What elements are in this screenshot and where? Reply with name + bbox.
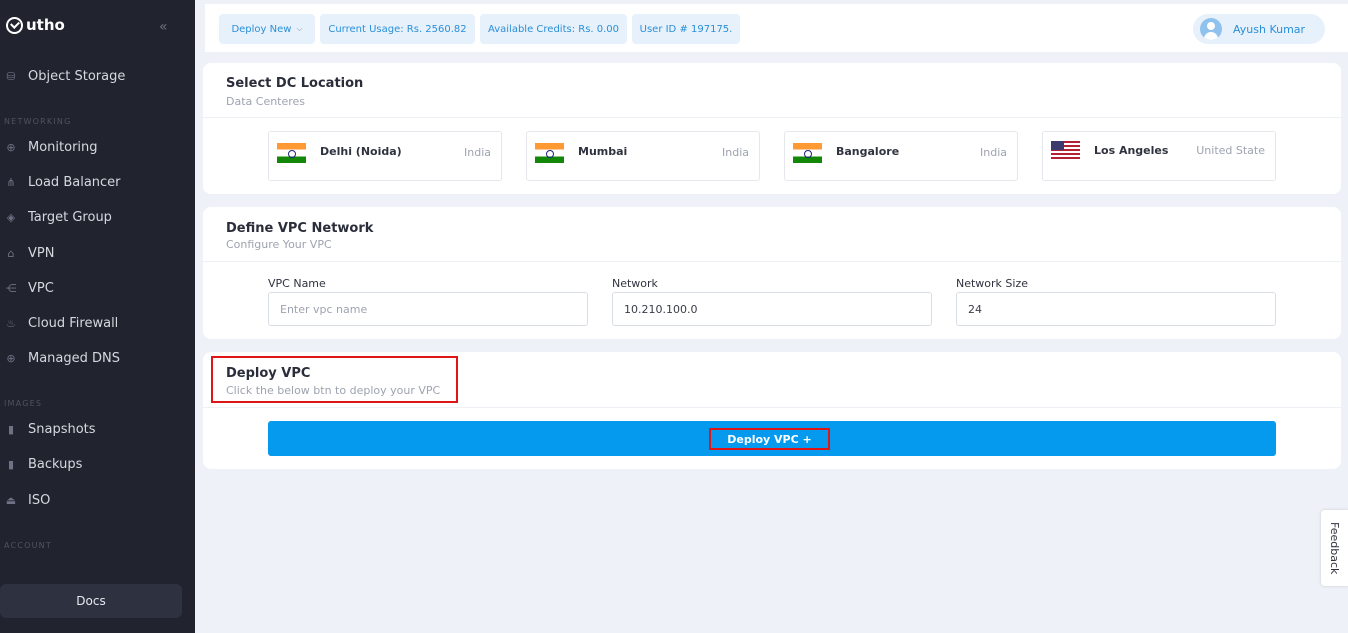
deploy-new-label: Deploy New — [231, 23, 292, 35]
section-label-account: ACCOUNT — [4, 541, 52, 550]
snapshot-icon: ▮ — [7, 422, 15, 436]
utho-logo-icon — [6, 16, 23, 34]
dc-country: India — [980, 146, 1007, 159]
india-flag-icon — [535, 143, 564, 163]
docs-button[interactable]: Docs — [0, 584, 182, 618]
sidebar-item-label: Managed DNS — [28, 350, 121, 366]
us-flag-icon — [1051, 141, 1080, 159]
vpc-name-label: VPC Name — [268, 277, 326, 290]
sidebar-item-managed-dns[interactable]: ⊕ Managed DNS — [4, 348, 120, 368]
vpc-section-subtitle: Configure Your VPC — [226, 238, 332, 251]
sidebar-item-iso[interactable]: ⏏ ISO — [4, 490, 51, 510]
divider — [203, 117, 1341, 118]
vpc-section-title: Define VPC Network — [226, 221, 374, 236]
sidebar: utho « ⛁ Object Storage NETWORKING ⊕ Mon… — [0, 0, 195, 633]
dc-country: India — [464, 146, 491, 159]
sidebar-item-label: ISO — [28, 492, 51, 508]
network-input[interactable]: 10.210.100.0 — [612, 292, 932, 326]
globe-icon: ⊕ — [6, 351, 16, 365]
chevron-down-icon: ⌵ — [296, 24, 303, 33]
avatar — [1200, 18, 1222, 40]
sidebar-item-label: VPN — [28, 245, 55, 261]
feedback-label: Feedback — [1328, 521, 1341, 575]
india-flag-icon — [793, 143, 822, 163]
current-usage-chip[interactable]: Current Usage: Rs. 2560.82 — [320, 14, 475, 44]
top-bar: Deploy New ⌵ Current Usage: Rs. 2560.82 … — [205, 4, 1348, 52]
dc-city: Delhi (Noida) — [320, 145, 402, 158]
india-flag-icon — [277, 143, 306, 163]
user-menu[interactable]: Ayush Kumar — [1193, 14, 1325, 44]
sidebar-item-label: Cloud Firewall — [28, 315, 119, 331]
dc-country: United State — [1196, 144, 1265, 157]
dc-country: India — [722, 146, 749, 159]
sidebar-item-vpc[interactable]: ⋲ VPC — [4, 278, 54, 298]
dc-city: Bangalore — [836, 145, 900, 158]
brand-logo[interactable]: utho — [6, 16, 65, 34]
sidebar-item-load-balancer[interactable]: ⋔ Load Balancer — [4, 172, 121, 192]
vpc-name-input[interactable]: Enter vpc name — [268, 292, 588, 326]
sidebar-item-label: Object Storage — [28, 68, 126, 84]
network-size-input[interactable]: 24 — [956, 292, 1276, 326]
target-icon: ◈ — [6, 210, 16, 224]
sidebar-item-monitoring[interactable]: ⊕ Monitoring — [4, 137, 98, 157]
sidebar-item-label: Load Balancer — [28, 174, 121, 190]
dc-option-bangalore[interactable]: Bangalore India — [784, 131, 1018, 181]
network-size-label: Network Size — [956, 277, 1029, 290]
dc-city: Mumbai — [578, 145, 628, 158]
deploy-vpc-button-label[interactable]: Deploy VPC + — [709, 428, 830, 450]
sidebar-item-label: Monitoring — [28, 139, 98, 155]
sidebar-item-label: Backups — [28, 456, 83, 472]
object-storage-icon: ⛁ — [6, 69, 16, 83]
sidebar-item-cloud-firewall[interactable]: ♨ Cloud Firewall — [4, 313, 118, 333]
sidebar-item-label: Snapshots — [28, 421, 96, 437]
lock-icon: ⌂ — [7, 246, 15, 260]
sidebar-item-vpn[interactable]: ⌂ VPN — [4, 243, 55, 263]
deploy-header-highlight — [211, 356, 458, 403]
user-name: Ayush Kumar — [1233, 22, 1306, 36]
dc-section-title: Select DC Location — [226, 76, 364, 91]
network-icon: ⋔ — [6, 175, 16, 189]
sidebar-item-label: VPC — [28, 280, 54, 296]
section-label-networking: NETWORKING — [4, 117, 72, 126]
divider — [203, 261, 1341, 262]
share-icon: ⋲ — [5, 281, 17, 295]
dc-option-mumbai[interactable]: Mumbai India — [526, 131, 760, 181]
feedback-tab[interactable]: Feedback — [1321, 510, 1348, 586]
sidebar-item-backups[interactable]: ▮ Backups — [4, 454, 82, 474]
divider — [203, 407, 1341, 408]
globe-icon: ⊕ — [6, 140, 16, 154]
sidebar-item-object-storage[interactable]: ⛁ Object Storage — [4, 66, 125, 86]
collapse-sidebar-icon[interactable]: « — [159, 19, 167, 35]
disc-icon: ⏏ — [5, 493, 17, 507]
dc-city: Los Angeles — [1094, 144, 1169, 157]
network-label: Network — [612, 277, 658, 290]
available-credits-chip[interactable]: Available Credits: Rs. 0.00 — [480, 14, 627, 44]
dc-option-los-angeles[interactable]: Los Angeles United State — [1042, 131, 1276, 181]
sidebar-item-label: Target Group — [28, 209, 112, 225]
sidebar-item-target-group[interactable]: ◈ Target Group — [4, 207, 112, 227]
firewall-icon: ♨ — [6, 316, 16, 330]
backup-icon: ▮ — [7, 457, 15, 471]
dc-option-delhi[interactable]: Delhi (Noida) India — [268, 131, 502, 181]
sidebar-item-snapshots[interactable]: ▮ Snapshots — [4, 419, 96, 439]
user-id-chip[interactable]: User ID # 197175. — [632, 14, 740, 44]
section-label-images: IMAGES — [4, 399, 43, 408]
dc-section-subtitle: Data Centeres — [226, 95, 306, 108]
brand-name: utho — [26, 16, 65, 34]
deploy-new-dropdown[interactable]: Deploy New ⌵ — [219, 14, 315, 44]
